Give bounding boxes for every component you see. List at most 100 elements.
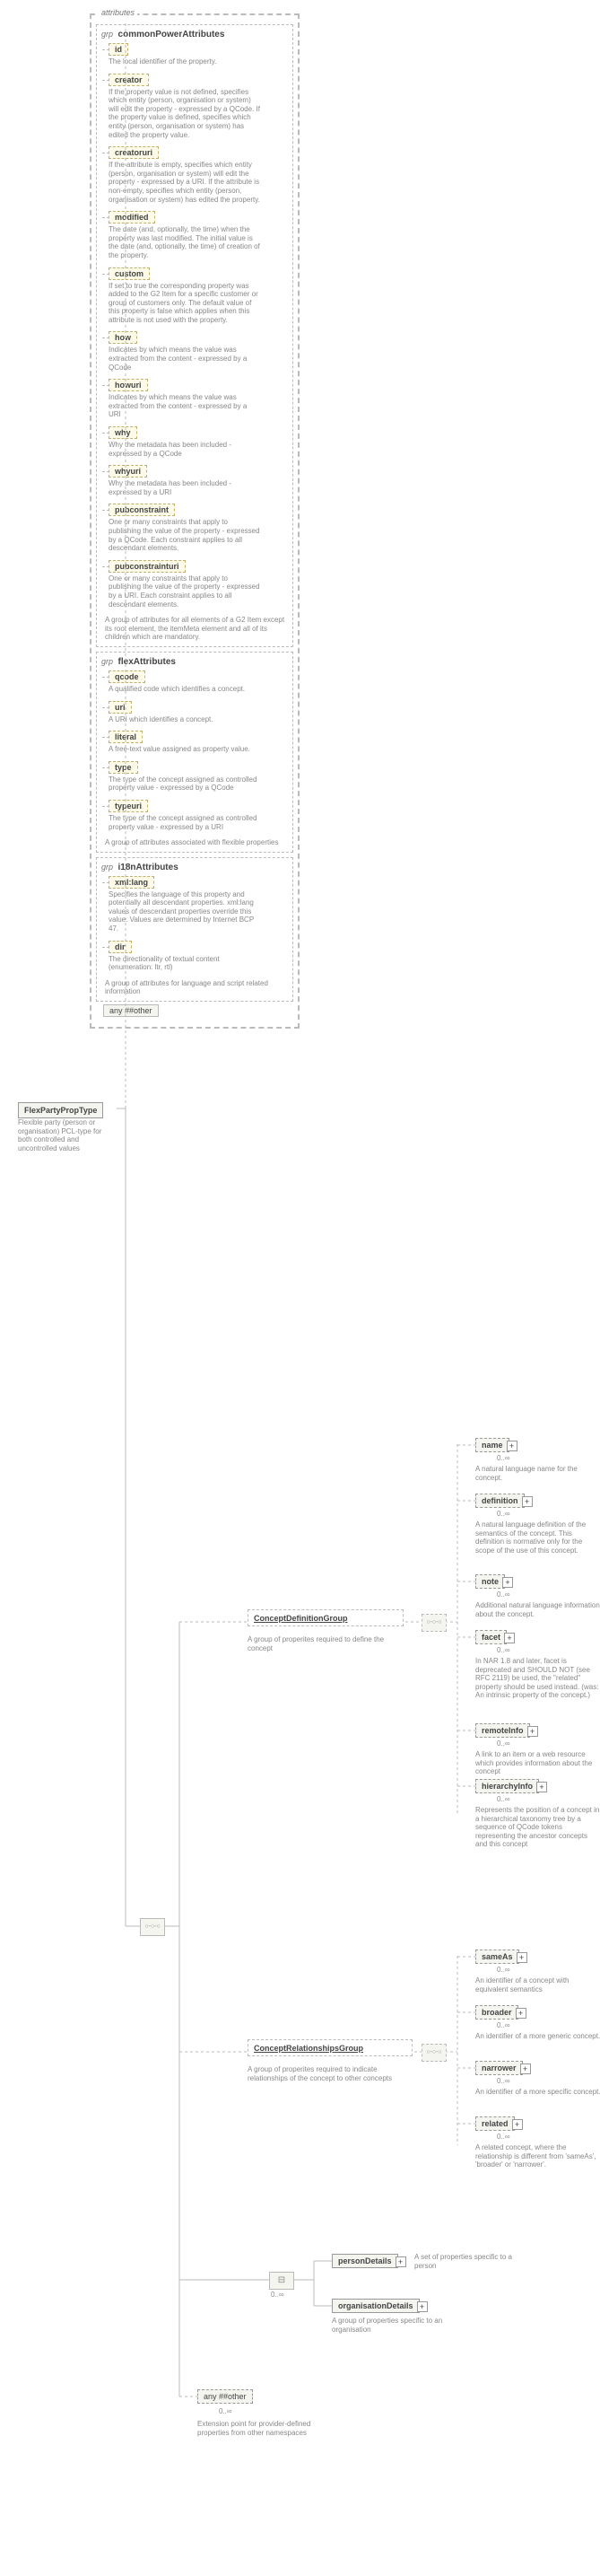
attribute-item: qcodeA qualified code which identifies a… (109, 670, 288, 694)
expand-icon[interactable]: + (536, 1782, 547, 1792)
any-attribute: any ##other (103, 1006, 293, 1015)
crg-title: ConceptRelationshipsGroup (254, 2044, 406, 2053)
cardinality: 0..∞ (497, 2077, 510, 2085)
elem-name: definition (482, 1496, 518, 1505)
elem-desc: Additional natural language information … (475, 1601, 600, 1618)
expand-icon[interactable]: + (517, 1952, 527, 1963)
root-type: FlexPartyPropType (18, 1102, 103, 1118)
attr-group: grp i18nAttributesxml:langSpecifies the … (96, 857, 293, 1002)
element-hierarchyInfo: hierarchyInfo+ (475, 1779, 539, 1793)
expand-icon[interactable]: + (507, 1441, 517, 1451)
element-remoteInfo: remoteInfo+ (475, 1723, 530, 1738)
attr-name: whyuri (109, 465, 147, 478)
attr-name: pubconstraint (109, 504, 175, 516)
attribute-item: howIndicates by which means the value wa… (109, 331, 288, 372)
attr-group: grp flexAttributesqcodeA qualified code … (96, 652, 293, 853)
model-group-crg: ConceptRelationshipsGroup (248, 2039, 413, 2056)
any-element-label: any ##other (204, 2392, 247, 2401)
cdg-title: ConceptDefinitionGroup (254, 1614, 397, 1623)
elem-name: name (482, 1441, 503, 1450)
expand-icon[interactable]: + (502, 1577, 513, 1588)
elem-desc: In NAR 1.8 and later, facet is deprecate… (475, 1657, 600, 1700)
element-broader: broader+ (475, 2005, 518, 2020)
sequence-compositor (140, 1918, 165, 1936)
attr-name: modified (109, 211, 155, 223)
elem-name: remoteInfo (482, 1726, 524, 1735)
choice-compositor (269, 2272, 294, 2290)
grp-kw: grp (101, 30, 113, 39)
grp-kw: grp (101, 657, 113, 666)
organisationDetails-desc: A group of properties specific to an org… (332, 2317, 475, 2334)
cardinality: 0..∞ (497, 1590, 510, 1599)
elem-name: hierarchyInfo (482, 1782, 533, 1791)
expand-icon[interactable]: + (504, 1633, 515, 1643)
element-note: note+ (475, 1574, 505, 1589)
attr-name: creatoruri (109, 146, 159, 159)
attr-desc: If set to true the corresponding propert… (109, 282, 261, 325)
elem-name: note (482, 1577, 499, 1586)
personDetails-name: personDetails (338, 2256, 392, 2265)
attr-name: typeuri (109, 800, 148, 812)
any-element-cardinality: 0..∞ (219, 2407, 232, 2415)
attribute-item: idThe local identifier of the property. (109, 43, 288, 66)
expand-icon[interactable]: + (396, 2256, 406, 2267)
attr-desc: One or many constraints that apply to pu… (109, 518, 261, 552)
expand-icon[interactable]: + (417, 2301, 428, 2312)
attr-desc: A qualified code which identifies a conc… (109, 685, 261, 694)
attr-desc: Specifies the language of this property … (109, 890, 261, 933)
element-name: name+ (475, 1438, 509, 1452)
attribute-item: creatoruriIf the attribute is empty, spe… (109, 146, 288, 204)
any-element: any ##other (197, 2389, 253, 2404)
element-sameAs: sameAs+ (475, 1950, 519, 1964)
attribute-item: whyWhy the metadata has been included - … (109, 426, 288, 458)
expand-icon[interactable]: + (522, 1496, 533, 1507)
elem-name: sameAs (482, 1952, 513, 1961)
attr-name: uri (109, 701, 132, 714)
element-narrower: narrower+ (475, 2061, 523, 2075)
elem-desc: An identifier of a concept with equivale… (475, 1976, 600, 1993)
root-type-name: FlexPartyPropType (24, 1106, 97, 1115)
cdg-sequence (422, 1614, 447, 1632)
expand-icon[interactable]: + (516, 2008, 526, 2019)
expand-icon[interactable]: + (512, 2119, 523, 2130)
element-personDetails: personDetails+ (332, 2254, 398, 2268)
attribute-item: howuriIndicates by which means the value… (109, 379, 288, 419)
attr-name: type (109, 761, 138, 774)
grp-desc: A group of attributes associated with fl… (105, 838, 288, 847)
elem-desc: Represents the position of a concept in … (475, 1806, 600, 1849)
cardinality: 0..∞ (497, 1795, 510, 1803)
grp-kw: grp (101, 863, 113, 872)
attr-name: dir (109, 941, 132, 953)
attr-desc: The type of the concept assigned as cont… (109, 814, 261, 831)
attr-desc: If the property value is not defined, sp… (109, 88, 261, 140)
elem-name: facet (482, 1633, 500, 1642)
attributes-label: attributes (99, 8, 137, 17)
attribute-item: typeuri The type of the concept assigned … (109, 800, 288, 831)
elem-name: broader (482, 2008, 512, 2017)
element-facet: facet+ (475, 1630, 507, 1644)
elem-desc: A link to an item or a web resource whic… (475, 1750, 600, 1776)
grp-title: i18nAttributes (118, 863, 178, 872)
elem-desc: A natural language definition of the sem… (475, 1520, 600, 1555)
personDetails-desc: A set of properties specific to a person (414, 2253, 531, 2270)
expand-icon[interactable]: + (527, 1726, 538, 1737)
attr-desc: Why the metadata has been included - exp… (109, 479, 261, 496)
attr-name: how (109, 331, 137, 344)
attribute-item: customIf set to true the corresponding p… (109, 267, 288, 325)
cdg-desc: A group of properites required to define… (248, 1635, 396, 1652)
attribute-item: creator If the property value is not defi… (109, 74, 288, 140)
elem-name: narrower (482, 2063, 517, 2072)
attr-desc: The local identifier of the property. (109, 57, 261, 66)
attribute-item: pubconstrainturiOne or many constraints … (109, 560, 288, 609)
cardinality: 0..∞ (497, 2133, 510, 2141)
attr-name: creator (109, 74, 149, 86)
attr-group: grp commonPowerAttributesidThe local ide… (96, 24, 293, 647)
crg-desc: A group of properites required to indica… (248, 2065, 404, 2082)
attr-desc: One or many constraints that apply to pu… (109, 574, 261, 609)
cardinality: 0..∞ (497, 1510, 510, 1518)
root-type-desc: Flexible party (person or organisation) … (18, 1118, 117, 1152)
cardinality: 0..∞ (497, 2021, 510, 2029)
expand-icon[interactable]: + (520, 2063, 531, 2074)
attribute-item: pubconstraint One or many constraints tha… (109, 504, 288, 552)
attr-name: id (109, 43, 128, 56)
